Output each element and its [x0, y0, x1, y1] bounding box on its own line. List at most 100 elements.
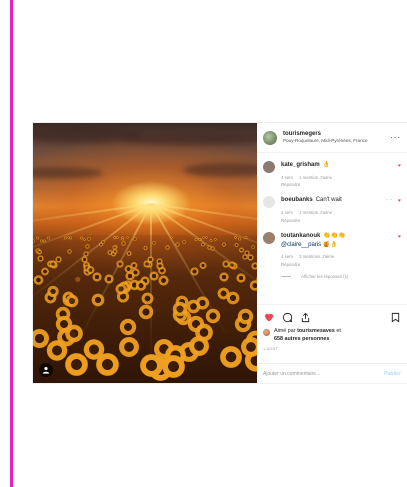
comment-text: 👌	[322, 162, 331, 168]
sunflower	[219, 345, 243, 370]
sunflower	[130, 267, 140, 277]
sunflower	[82, 338, 105, 361]
comment-username[interactable]: toutankanouk	[281, 233, 320, 239]
comment-avatar[interactable]	[263, 196, 275, 209]
comment-like-heart-icon[interactable]: ♥	[398, 163, 401, 169]
sunflower	[194, 322, 214, 343]
sunflower	[247, 254, 254, 261]
sunflower	[33, 328, 50, 349]
sunflower	[46, 285, 60, 298]
liker-avatar[interactable]	[263, 329, 270, 336]
comments-list: kate_grisham 👌 4 sem 1 mention J'aime Répo…	[257, 153, 407, 279]
view-replies-link[interactable]: Afficher les réponses (1)	[281, 274, 401, 279]
sunflower	[182, 239, 187, 244]
sunflower	[201, 242, 206, 247]
comment-time: 4 sem	[281, 254, 293, 260]
comment-like-heart-icon[interactable]: ♥	[398, 234, 401, 240]
comment-avatar[interactable]	[263, 161, 275, 173]
comment-likes[interactable]: 1 mention J'aime	[299, 175, 332, 180]
reply-button[interactable]: Répondre	[281, 182, 401, 188]
post-sidebar: tourismegers Pouy-Roquelaure, Midi-Pyrén…	[257, 123, 407, 383]
sunflower	[33, 274, 44, 286]
sunflower	[142, 245, 148, 251]
comment-username[interactable]: boeubanks	[281, 197, 313, 203]
sunflower	[213, 237, 218, 241]
comment-options-icon[interactable]: ···	[386, 197, 394, 203]
sunflower	[158, 275, 169, 286]
reply-button[interactable]: Répondre	[281, 262, 401, 268]
publish-button[interactable]: Publier	[384, 371, 401, 377]
comment-username[interactable]: kate_grisham	[281, 162, 320, 168]
sunflower	[64, 323, 84, 344]
replies-divider	[281, 276, 291, 277]
comment-item: kate_grisham 👌 4 sem 1 mention J'aime Répo…	[263, 161, 401, 188]
view-replies-label[interactable]: Afficher les réponses (1)	[301, 274, 349, 279]
page-left-accent-bar	[10, 0, 13, 487]
sunflower	[237, 308, 254, 325]
sunflower	[115, 260, 124, 268]
sunflower	[87, 237, 91, 241]
liked-by-others[interactable]: 658 autres personnes	[274, 336, 329, 342]
sunflower	[47, 236, 51, 240]
comment-likes[interactable]: 3 mentions J'aime	[299, 254, 334, 259]
liked-by-user[interactable]: tourismesaves	[297, 328, 335, 334]
sunflower	[133, 237, 137, 241]
more-options-icon[interactable]: ···	[390, 133, 401, 142]
add-comment-bar: Publier	[257, 363, 407, 383]
author-username[interactable]: tourismegers	[283, 131, 390, 139]
sunflower	[217, 287, 231, 300]
sunflower	[103, 273, 115, 284]
comment-item: toutankanouk 👏👏👏 @claire__paris 🍯👌 4 sem 3…	[263, 231, 401, 268]
sunflower	[227, 261, 236, 270]
action-bar	[263, 310, 401, 324]
tagged-user-badge[interactable]	[39, 363, 53, 377]
sunflower	[172, 301, 188, 317]
share-icon[interactable]	[299, 311, 311, 323]
sunflower	[138, 304, 155, 321]
comment-mention[interactable]: @claire__paris	[281, 242, 321, 248]
sunflower	[169, 235, 173, 239]
comment-input[interactable]	[263, 370, 385, 377]
sunflower	[249, 279, 257, 292]
comment-item: boeubanks Can't wait 4 sem 1 mention J'aim…	[263, 196, 401, 223]
reply-button[interactable]: Répondre	[281, 218, 401, 224]
comment-avatar[interactable]	[263, 231, 275, 244]
sunflower	[234, 242, 239, 248]
user-icon	[42, 366, 50, 374]
sunflower	[83, 250, 90, 257]
sunflower	[239, 247, 245, 253]
instagram-post-card: tourismegers Pouy-Roquelaure, Midi-Pyrén…	[33, 123, 407, 383]
post-date: 1 AOÛT	[263, 346, 279, 351]
comment-time: 4 sem	[281, 174, 293, 180]
sunflower	[48, 260, 57, 269]
sunflower	[101, 239, 105, 244]
comment-time: 4 sem	[281, 210, 293, 216]
post-location[interactable]: Pouy-Roquelaure, Midi-Pyrénées, France	[283, 138, 390, 144]
sunflower	[33, 238, 36, 243]
sunflower	[79, 236, 83, 240]
sunflower	[37, 254, 44, 262]
sunflower	[111, 245, 117, 251]
sunflower	[206, 244, 212, 250]
comment-text: 👏👏👏	[323, 232, 346, 239]
liked-by-connector: et	[336, 328, 341, 334]
comment-likes[interactable]: 1 mention J'aime	[299, 210, 332, 215]
sunflower	[68, 236, 73, 240]
sunflower	[85, 244, 90, 250]
sunflower	[149, 271, 160, 281]
sunflower	[160, 353, 186, 380]
post-actions-section: Aimé par tourismesaves et 658 autres per…	[257, 304, 407, 351]
liked-by-prefix: Aimé par	[274, 328, 296, 334]
comment-text: Can't wait	[315, 197, 342, 204]
comment-like-heart-icon[interactable]: ♥	[398, 198, 401, 204]
author-avatar[interactable]	[263, 130, 277, 145]
sunflower	[36, 236, 40, 240]
sunflower	[121, 241, 126, 246]
post-photo[interactable]	[33, 123, 257, 383]
bookmark-icon[interactable]	[389, 311, 401, 323]
sunflower	[208, 238, 213, 243]
heart-icon[interactable]	[263, 311, 275, 323]
comment-icon[interactable]	[281, 311, 293, 323]
sunflower	[221, 242, 227, 247]
sunflower	[90, 293, 105, 308]
